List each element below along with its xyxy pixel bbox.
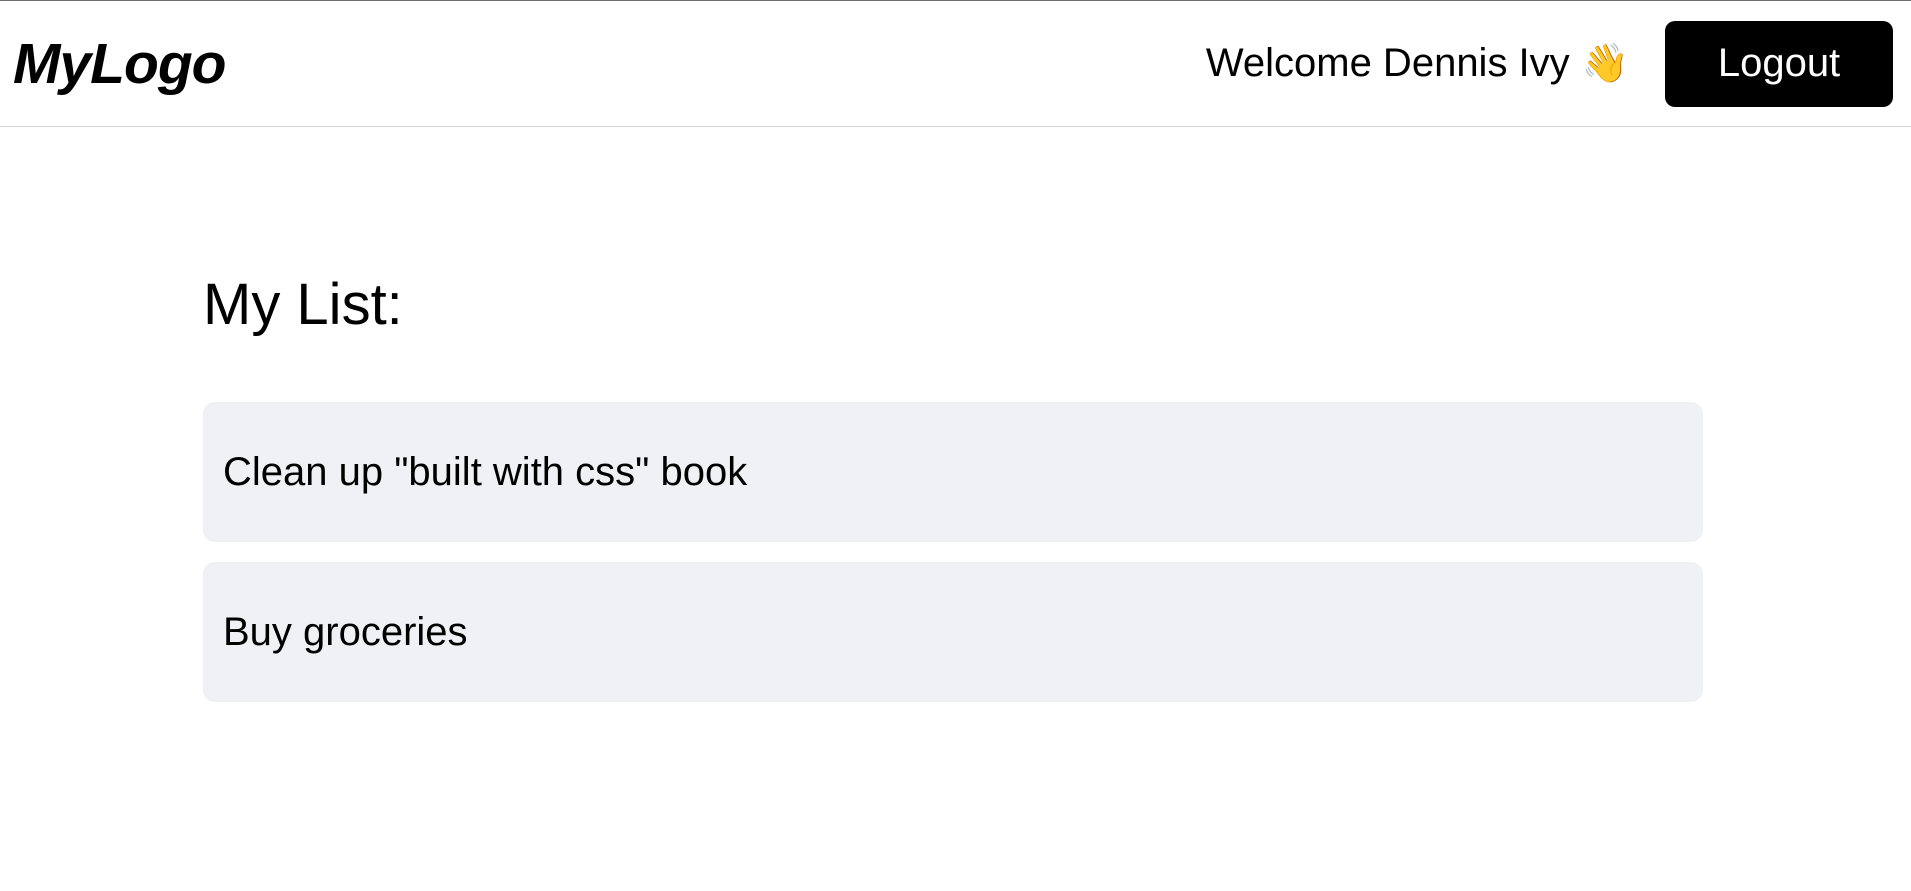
task-list: Clean up "built with css" book Buy groce…: [203, 402, 1703, 702]
page: MyLogo Welcome Dennis Ivy 👋 Logout My Li…: [0, 0, 1911, 891]
welcome-text: Welcome Dennis Ivy: [1205, 41, 1570, 85]
task-item[interactable]: Clean up "built with css" book: [203, 402, 1703, 542]
navbar: MyLogo Welcome Dennis Ivy 👋 Logout: [0, 1, 1911, 127]
logo[interactable]: MyLogo: [13, 31, 226, 97]
waving-hand-icon: 👋: [1581, 42, 1629, 85]
welcome-message: Welcome Dennis Ivy 👋: [1206, 41, 1629, 86]
task-item[interactable]: Buy groceries: [203, 562, 1703, 702]
logout-button[interactable]: Logout: [1665, 20, 1893, 107]
main-content: My List: Clean up "built with css" book …: [203, 271, 1703, 722]
task-title: Buy groceries: [223, 609, 468, 654]
task-title: Clean up "built with css" book: [223, 449, 748, 494]
navbar-user-section: Welcome Dennis Ivy 👋 Logout: [1206, 20, 1893, 107]
page-title: My List:: [203, 272, 403, 337]
